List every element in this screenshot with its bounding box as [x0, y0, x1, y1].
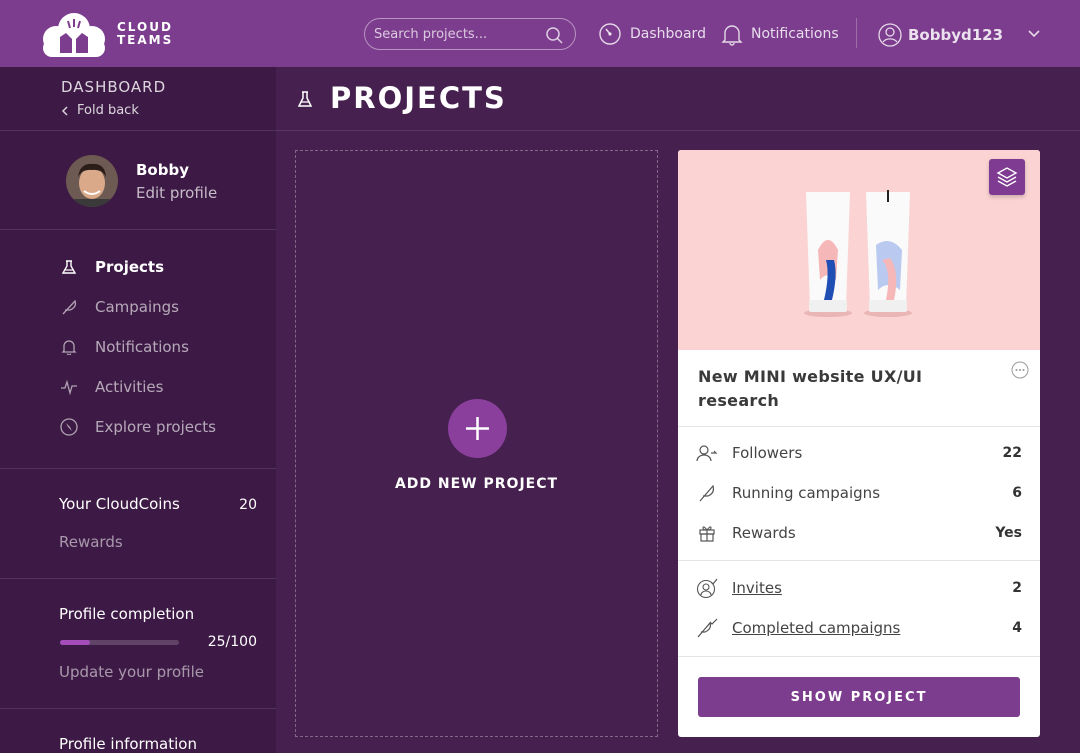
nav-dashboard[interactable]: Dashboard: [598, 22, 706, 46]
card-divider: [678, 656, 1040, 657]
user-follow-icon: [696, 442, 718, 464]
stat-row-rewards: Rewards Yes: [696, 521, 1022, 545]
profile-completion-bar: [60, 640, 179, 645]
link-row-invites: Invites 2: [696, 576, 1022, 600]
sidebar-item-projects[interactable]: Projects: [59, 256, 164, 278]
avatar-image: [66, 155, 118, 207]
stat-value: 22: [1002, 445, 1022, 461]
add-project-label: ADD NEW PROJECT: [394, 476, 559, 492]
header-divider: [856, 18, 857, 48]
edit-profile-link[interactable]: Edit profile: [136, 184, 217, 202]
page-header: PROJECTS: [276, 67, 1080, 131]
search-input[interactable]: [374, 25, 539, 43]
profile-information-heading: Profile information: [59, 735, 197, 753]
sidebar-item-explore-projects[interactable]: Explore projects: [59, 416, 216, 438]
link-value: 4: [1012, 620, 1022, 636]
fold-back-label: Fold back: [77, 103, 139, 118]
project-image[interactable]: [678, 150, 1040, 350]
feather-check-icon: [696, 617, 718, 639]
stat-value: Yes: [995, 525, 1022, 541]
divider: [0, 468, 276, 469]
sidebar: DASHBOARD Fold back Bobby Edit profile P…: [0, 67, 276, 753]
sidebar-item-label: Projects: [95, 258, 165, 276]
pulse-icon: [59, 377, 79, 397]
nav-notifications-label: Notifications: [751, 26, 839, 42]
stat-value: 6: [1012, 485, 1022, 501]
sidebar-item-label: Activities: [95, 378, 164, 396]
sidebar-item-label: Notifications: [95, 338, 189, 356]
cloud-teams-logo[interactable]: [38, 9, 110, 59]
chevron-left-icon: [61, 105, 68, 116]
cloudcoins-label: Your CloudCoins: [59, 495, 180, 513]
avatar[interactable]: [66, 155, 118, 207]
nav-notifications[interactable]: Notifications: [721, 22, 839, 46]
divider: [0, 708, 276, 709]
flask-icon: [59, 257, 79, 277]
top-bar: CLOUD TEAMS Dashboard Notifications B: [0, 0, 1080, 67]
bell-icon: [59, 337, 79, 357]
completed-campaigns-link[interactable]: Completed campaigns: [732, 619, 900, 637]
feather-icon: [59, 297, 79, 317]
flask-icon: [297, 91, 313, 107]
sidebar-item-notifications[interactable]: Notifications: [59, 336, 189, 358]
project-title: New MINI website UX/UI research: [698, 367, 923, 410]
layers-button[interactable]: [989, 159, 1025, 195]
invites-link[interactable]: Invites: [732, 579, 782, 597]
link-row-completed-campaigns: Completed campaigns 4: [696, 616, 1022, 640]
nav-dashboard-label: Dashboard: [630, 26, 706, 42]
compass-icon: [59, 417, 79, 437]
gift-icon: [696, 522, 718, 544]
add-new-project-tile[interactable]: ADD NEW PROJECT: [295, 150, 658, 737]
bell-icon: [721, 25, 743, 46]
stat-row-running-campaigns: Running campaigns 6: [696, 481, 1022, 505]
profile-name: Bobby: [136, 161, 189, 179]
link-value: 2: [1012, 580, 1022, 596]
cloud-logo-icon: [43, 13, 105, 57]
sidebar-title: DASHBOARD: [61, 78, 167, 96]
rewards-link[interactable]: Rewards: [59, 533, 123, 551]
product-tubes-image: [804, 190, 912, 317]
layers-icon: [996, 167, 1018, 187]
sidebar-item-label: Explore projects: [95, 418, 216, 436]
plus-icon: [466, 417, 489, 440]
stat-label: Followers: [732, 444, 803, 462]
profile-completion-value: 25/100: [207, 634, 257, 650]
feather-icon: [696, 482, 718, 504]
divider: [0, 229, 276, 230]
brand-name: CLOUD TEAMS: [117, 21, 173, 47]
search-box: [364, 18, 576, 50]
card-divider: [678, 426, 1040, 427]
update-profile-link[interactable]: Update your profile: [59, 663, 204, 681]
divider: [0, 130, 276, 131]
page-title: PROJECTS: [330, 81, 507, 115]
stat-label: Running campaigns: [732, 484, 881, 502]
speedometer-icon: [599, 23, 621, 45]
show-project-button[interactable]: SHOW PROJECT: [698, 677, 1020, 717]
cloudcoins-value: 20: [239, 497, 257, 513]
stat-row-followers: Followers 22: [696, 441, 1022, 465]
chevron-down-icon[interactable]: [1027, 28, 1041, 38]
profile-completion-label: Profile completion: [59, 605, 195, 623]
divider: [0, 578, 276, 579]
add-project-button[interactable]: [448, 399, 507, 458]
profile-completion-fill: [60, 640, 90, 645]
stat-label: Rewards: [732, 524, 796, 542]
user-check-icon: [696, 577, 718, 599]
search-icon[interactable]: [545, 26, 563, 44]
more-options-icon[interactable]: [1011, 361, 1029, 379]
card-divider: [678, 560, 1040, 561]
sidebar-item-activities[interactable]: Activities: [59, 376, 163, 398]
sidebar-item-campaigns[interactable]: Campaings: [59, 296, 179, 318]
user-menu[interactable]: Bobbyd123: [878, 22, 1003, 48]
username: Bobbyd123: [908, 26, 1004, 44]
sidebar-item-label: Campaings: [95, 298, 180, 316]
user-icon: [878, 23, 902, 47]
fold-back-link[interactable]: Fold back: [61, 103, 139, 118]
brand-line-2: TEAMS: [117, 33, 174, 47]
project-card: New MINI website UX/UI research Follower…: [678, 150, 1040, 737]
